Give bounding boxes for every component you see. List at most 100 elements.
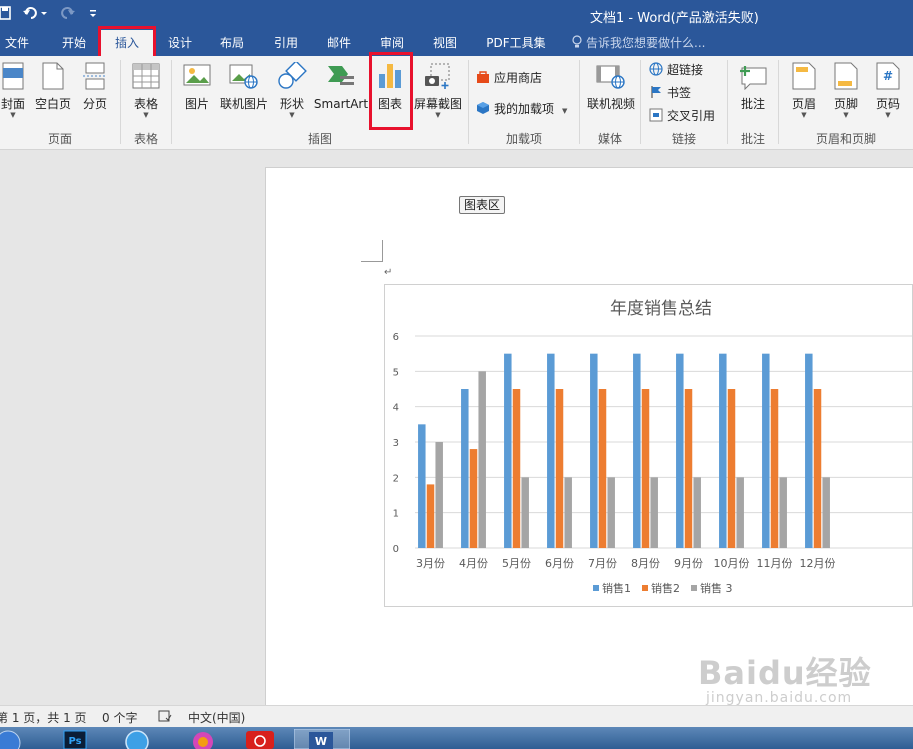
cross-reference-button[interactable]: 交叉引用 (649, 106, 715, 126)
page-break-icon (79, 62, 111, 93)
bar-2[interactable] (598, 389, 607, 548)
bar-3[interactable] (607, 477, 615, 548)
language[interactable]: 中文(中国) (188, 709, 245, 726)
dropdown-caret-icon: ▼ (143, 111, 149, 119)
tab-design[interactable]: 设计 (158, 30, 202, 56)
bar-2[interactable] (684, 389, 693, 548)
table-label: 表格 (133, 97, 158, 111)
table-icon (128, 62, 164, 93)
tab-mailings[interactable]: 邮件 (317, 30, 361, 56)
bar-3[interactable] (822, 477, 830, 548)
save-icon[interactable] (0, 5, 12, 25)
screenshot-label: 屏幕截图 (413, 97, 462, 111)
word-taskbar-icon[interactable]: W (293, 728, 351, 749)
bar-2[interactable] (555, 389, 564, 548)
blank-page-button[interactable]: 空白页 (33, 60, 73, 111)
dropdown-caret-icon: ▼ (435, 111, 441, 119)
picture-button[interactable]: 图片 (180, 60, 214, 111)
word-count[interactable]: 0 个字 (102, 709, 137, 726)
bar-1[interactable] (504, 353, 512, 548)
tab-home[interactable]: 开始 (52, 30, 96, 56)
legend[interactable]: 销售1 销售2 销售 3 (593, 581, 733, 595)
chart-label: 图表 (377, 97, 402, 111)
photoshop-icon[interactable]: Ps (62, 729, 88, 749)
tell-me-box[interactable]: 告诉我您想要做什么... (572, 30, 705, 56)
bar-3[interactable] (650, 477, 658, 548)
proofing-icon[interactable] (158, 709, 172, 726)
store-button[interactable]: 应用商店 (476, 68, 542, 88)
header-button[interactable]: 页眉 ▼ (787, 60, 821, 119)
online-video-button[interactable]: 联机视频 (585, 60, 637, 111)
bar-2[interactable] (426, 484, 435, 548)
chart-title[interactable]: 年度销售总结 (610, 299, 712, 319)
table-button[interactable]: 表格 ▼ (128, 60, 164, 119)
bar-1[interactable] (805, 353, 813, 548)
legend-swatch (691, 585, 697, 591)
online-picture-button[interactable]: 联机图片 (218, 60, 270, 111)
tab-insert[interactable]: 插入 (101, 30, 153, 56)
start-button-icon[interactable] (0, 729, 26, 749)
undo-icon[interactable] (22, 5, 48, 25)
x-tick-label: 7月份 (588, 557, 617, 570)
shapes-button[interactable]: 形状 ▼ (276, 60, 308, 119)
dropdown-caret-icon: ▼ (289, 111, 295, 119)
bar-3[interactable] (736, 477, 744, 548)
page-break-button[interactable]: 分页 (79, 60, 111, 111)
bar-3[interactable] (435, 442, 443, 548)
tab-view[interactable]: 视图 (423, 30, 467, 56)
bar-3[interactable] (521, 477, 529, 548)
netease-music-icon[interactable] (244, 729, 276, 749)
cover-page-label: 封面 (0, 97, 25, 111)
cover-page-button[interactable]: 封面 ▼ (0, 60, 26, 119)
customize-icon[interactable] (88, 5, 98, 25)
smartart-button[interactable]: SmartArt (313, 60, 369, 111)
legend-label: 销售2 (651, 581, 680, 595)
x-tick-label: 10月份 (714, 557, 750, 570)
dropdown-caret-icon: ▼ (10, 111, 16, 119)
bar-1[interactable] (547, 353, 555, 548)
screenshot-button[interactable]: 屏幕截图 ▼ (413, 60, 463, 119)
bar-1[interactable] (676, 353, 684, 548)
bar-2[interactable] (770, 389, 779, 548)
tab-layout[interactable]: 布局 (210, 30, 254, 56)
browser-icon[interactable] (122, 729, 152, 749)
media-player-icon[interactable] (190, 729, 216, 749)
tab-file[interactable]: 文件 (0, 30, 34, 56)
my-addins-button[interactable]: 我的加载项 ▼ (476, 99, 567, 119)
page-number-button[interactable]: # 页码 ▼ (871, 60, 905, 119)
bar-3[interactable] (779, 477, 787, 548)
bar-1[interactable] (719, 353, 727, 548)
screenshot-icon (413, 62, 463, 93)
redo-icon[interactable] (60, 5, 76, 25)
bar-1[interactable] (762, 353, 770, 548)
bar-2[interactable] (727, 389, 736, 548)
bar-3[interactable] (564, 477, 572, 548)
legend-label: 销售1 (602, 581, 631, 595)
tab-review[interactable]: 审阅 (370, 30, 414, 56)
title-bar: 文档1 - Word(产品激活失败) (0, 0, 913, 30)
bar-2[interactable] (813, 389, 822, 548)
footer-button[interactable]: 页脚 ▼ (829, 60, 863, 119)
comment-button[interactable]: 批注 (735, 60, 771, 111)
bar-1[interactable] (590, 353, 598, 548)
bar-2[interactable] (641, 389, 650, 548)
tab-references[interactable]: 引用 (264, 30, 308, 56)
hyperlink-button[interactable]: 超链接 (649, 60, 703, 80)
bar-2[interactable] (469, 449, 478, 548)
dropdown-caret-icon: ▼ (801, 111, 807, 119)
cross-reference-icon (649, 108, 663, 122)
bar-3[interactable] (693, 477, 701, 548)
x-tick-label: 12月份 (800, 557, 836, 570)
bar-3[interactable] (478, 371, 486, 548)
chart-area[interactable]: 年度销售总结 0 1 2 3 4 5 6 3月份 4月份 5月份 6月份 7月份 8月份 9月份 10月份… (384, 284, 913, 607)
baidu-watermark: Baidu经验 jingyan.baidu.com (698, 648, 872, 706)
bar-2[interactable] (512, 389, 521, 548)
tab-pdf-tools[interactable]: PDF工具集 (480, 30, 552, 56)
chart-button[interactable]: 图表 (373, 60, 407, 111)
bar-1[interactable] (633, 353, 641, 548)
bar-chart[interactable]: 年度销售总结 0 1 2 3 4 5 6 3月份 4月份 5月份 6月份 7月份 8月份 9月份 10月份… (385, 285, 913, 607)
page-count[interactable]: 第 1 页，共 1 页 (0, 709, 87, 726)
bar-1[interactable] (418, 424, 426, 548)
bar-1[interactable] (461, 389, 469, 548)
bookmark-button[interactable]: 书签 (649, 83, 691, 103)
